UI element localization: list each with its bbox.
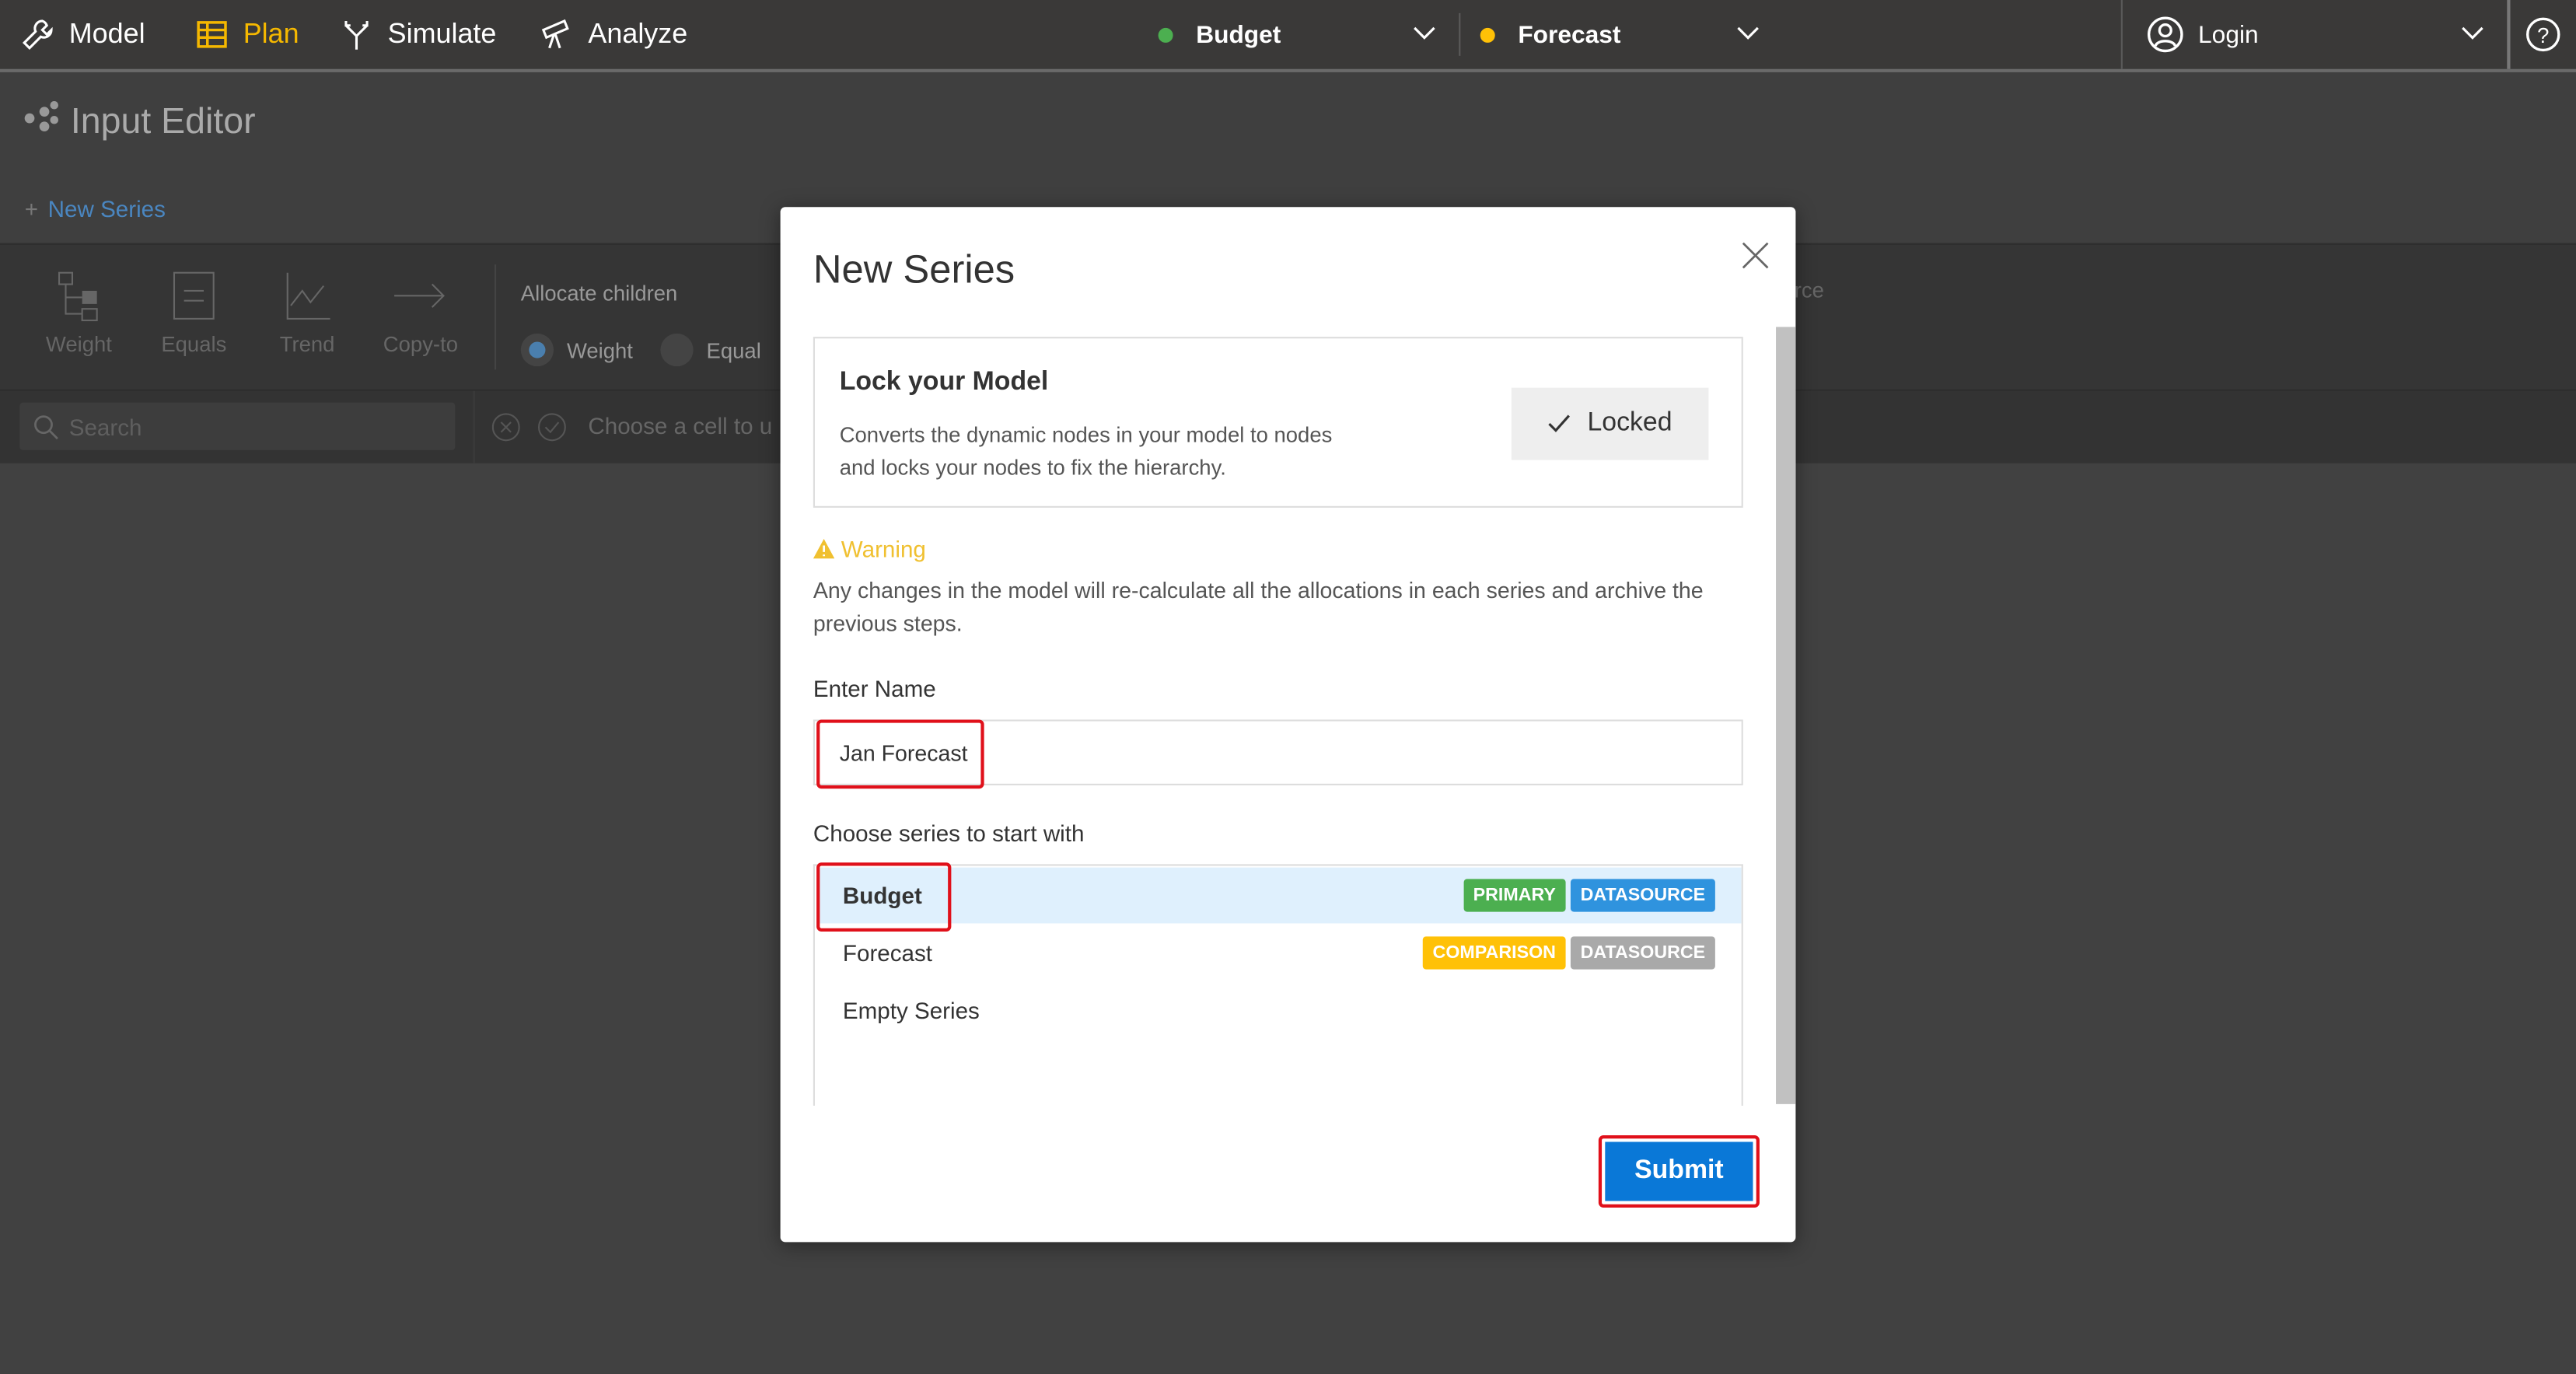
- warning-heading: Warning: [813, 536, 926, 562]
- chevron-down-icon[interactable]: [1411, 19, 1438, 46]
- series-list: Budget PRIMARY DATASOURCE Forecast COMPAR…: [813, 864, 1743, 1106]
- primary-badge: PRIMARY: [1463, 879, 1566, 912]
- new-series-link[interactable]: + New Series: [25, 195, 166, 222]
- search-icon: [34, 414, 58, 439]
- search-input[interactable]: Search: [19, 402, 456, 450]
- divider: [473, 390, 475, 463]
- plus-icon: +: [24, 195, 38, 222]
- scrollbar[interactable]: [1776, 327, 1796, 1104]
- radio-selected-icon: [520, 333, 554, 367]
- nav-simulate-label: Simulate: [387, 18, 497, 50]
- series-selector-budget[interactable]: Budget: [1158, 0, 1281, 69]
- radio-unselected-icon: [660, 333, 694, 367]
- series-selector-forecast[interactable]: Forecast: [1480, 0, 1621, 69]
- radio-label: Equal: [706, 337, 761, 362]
- series-name: Forecast: [842, 939, 933, 967]
- status-dot-icon: [1480, 26, 1495, 42]
- warning-title: Warning: [841, 535, 926, 562]
- submit-highlight: Submit: [1598, 1135, 1760, 1208]
- radio-weight[interactable]: Weight: [520, 333, 633, 367]
- nodes-icon: [24, 100, 59, 132]
- warning-text-2: previous steps.: [813, 610, 963, 636]
- warning-icon: [813, 539, 835, 559]
- search-placeholder: Search: [68, 413, 142, 440]
- divider: [494, 264, 497, 370]
- radio-equal[interactable]: Equal: [660, 333, 761, 367]
- series-selector-label: Forecast: [1518, 20, 1621, 49]
- close-icon[interactable]: [1742, 242, 1770, 270]
- user-icon: [2147, 16, 2183, 53]
- modal-title: New Series: [813, 248, 1015, 293]
- chevron-down-icon[interactable]: [1735, 19, 1761, 46]
- lock-title: Lock your Model: [839, 368, 1049, 397]
- cell-hint: Choose a cell to u: [588, 412, 773, 439]
- datasource-badge: DATASOURCE: [1570, 936, 1715, 970]
- nav-plan[interactable]: Plan: [194, 0, 299, 69]
- series-item-budget[interactable]: Budget PRIMARY DATASOURCE: [816, 867, 1742, 924]
- hierarchy-icon: [58, 271, 98, 322]
- highlight-box: [816, 862, 952, 932]
- equals-icon: [173, 271, 215, 320]
- tool-label: Copy-to: [383, 331, 459, 357]
- new-series-modal: New Series Lock your Model Converts the …: [780, 207, 1796, 1243]
- confirm-circle-icon[interactable]: [537, 412, 567, 442]
- tool-label: Weight: [45, 331, 112, 357]
- login-menu[interactable]: Login: [2145, 0, 2259, 69]
- nav-analyze-label: Analyze: [588, 18, 688, 50]
- check-icon: [1548, 414, 1571, 432]
- highlight-box: [816, 719, 984, 789]
- locked-label: Locked: [1587, 409, 1672, 438]
- lock-description-2: and locks your nodes to fix the hierarch…: [839, 455, 1226, 480]
- page-title: Input Editor: [70, 100, 256, 142]
- tool-copy-to[interactable]: Copy-to: [372, 270, 470, 357]
- nav-analyze[interactable]: Analyze: [539, 0, 687, 69]
- tool-label: Equals: [161, 331, 227, 357]
- tool-equals[interactable]: Equals: [145, 270, 243, 357]
- radio-label: Weight: [566, 337, 633, 362]
- comparison-badge: COMPARISON: [1422, 936, 1566, 970]
- lock-model-card: Lock your Model Converts the dynamic nod…: [813, 337, 1743, 508]
- allocate-children-label: Allocate children: [520, 281, 678, 306]
- divider: [2120, 0, 2123, 69]
- status-dot-icon: [1158, 26, 1173, 42]
- nav-plan-label: Plan: [243, 18, 299, 50]
- fork-arrows-icon: [344, 20, 369, 50]
- nav-model-label: Model: [68, 18, 145, 50]
- wrench-icon: [22, 19, 53, 50]
- app-root: Model Plan Simulate Analyze Budget Forec…: [0, 0, 2576, 1374]
- chevron-down-icon[interactable]: [2459, 19, 2486, 46]
- tool-label: Trend: [279, 331, 335, 357]
- submit-button[interactable]: Submit: [1605, 1142, 1753, 1201]
- nav-model[interactable]: Model: [19, 0, 145, 69]
- name-label: Enter Name: [813, 675, 936, 702]
- cancel-circle-icon[interactable]: [491, 412, 521, 442]
- help-icon[interactable]: ?: [2525, 16, 2561, 52]
- svg-text:?: ?: [2537, 23, 2549, 47]
- series-selector-label: Budget: [1196, 20, 1281, 49]
- tool-trend[interactable]: Trend: [258, 270, 357, 357]
- new-series-label: New Series: [47, 195, 166, 222]
- series-label: Choose series to start with: [813, 820, 1085, 847]
- divider: [2507, 0, 2511, 69]
- arrow-right-icon: [394, 283, 445, 308]
- trend-icon: [286, 272, 330, 320]
- tool-weight[interactable]: Weight: [30, 270, 128, 357]
- series-name: Empty Series: [842, 997, 980, 1024]
- nav-simulate[interactable]: Simulate: [338, 0, 496, 69]
- telescope-icon: [541, 19, 569, 49]
- table-icon: [197, 21, 227, 48]
- lock-description-1: Converts the dynamic nodes in your model…: [839, 422, 1333, 447]
- login-label: Login: [2198, 20, 2259, 49]
- datasource-badge: DATASOURCE: [1570, 879, 1715, 912]
- locked-button[interactable]: Locked: [1511, 387, 1709, 460]
- top-nav-bar: Model Plan Simulate Analyze Budget Forec…: [0, 0, 2576, 72]
- series-item-forecast[interactable]: Forecast COMPARISON DATASOURCE: [816, 925, 1742, 981]
- series-item-empty[interactable]: Empty Series: [816, 983, 1742, 1039]
- warning-text-1: Any changes in the model will re-calcula…: [813, 578, 1704, 603]
- divider: [1459, 12, 1461, 56]
